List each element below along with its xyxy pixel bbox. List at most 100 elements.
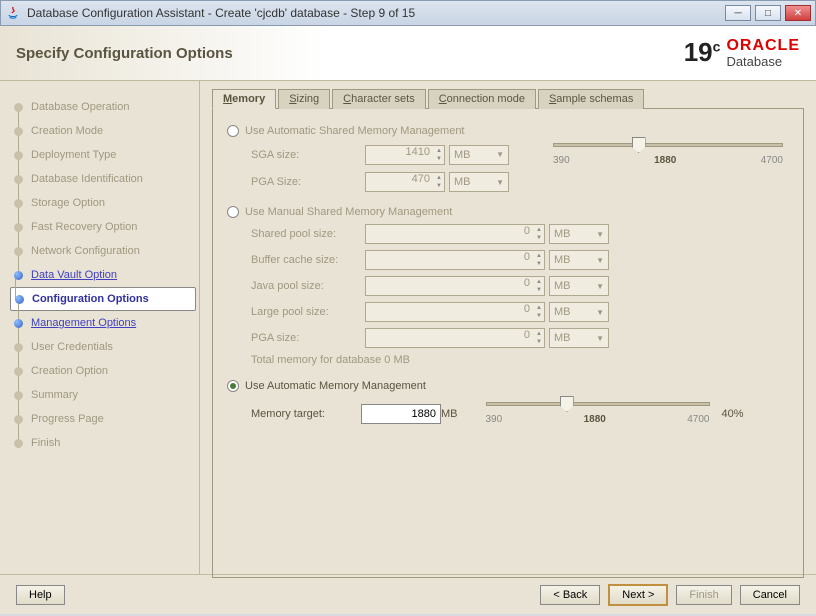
step-label: Storage Option (31, 197, 105, 209)
memory-target-input[interactable] (361, 404, 441, 424)
radio-icon (227, 125, 239, 137)
tab-sample-schemas[interactable]: Sample schemas (538, 89, 644, 109)
step-label: Network Configuration (31, 245, 140, 257)
step-dot-icon (15, 295, 24, 304)
step-dot-icon (14, 151, 23, 160)
mem-row-label: Large pool size: (251, 306, 361, 318)
step-dot-icon (14, 439, 23, 448)
step-dot-icon (14, 175, 23, 184)
back-button[interactable]: < Back (540, 585, 600, 605)
tab-memory[interactable]: Memory (212, 89, 276, 109)
step-label: Creation Option (31, 365, 108, 377)
mem-row-input[interactable]: 0 (365, 276, 545, 296)
mem-row-label: PGA size: (251, 332, 361, 344)
header: Specify Configuration Options 19c ORACLE… (0, 26, 816, 81)
mem-row-input[interactable]: 0 (365, 250, 545, 270)
sidebar-step[interactable]: Data Vault Option (14, 263, 199, 287)
sidebar-step: User Credentials (14, 335, 199, 359)
sga-unit-select[interactable]: MB (449, 145, 509, 165)
sidebar-step: Fast Recovery Option (14, 215, 199, 239)
mem-row-label: Shared pool size: (251, 228, 361, 240)
mem-row-input[interactable]: 0 (365, 224, 545, 244)
footer: Help < Back Next > Finish Cancel (0, 574, 816, 614)
sga-size-input[interactable]: 1410 (365, 145, 445, 165)
window-title: Database Configuration Assistant - Creat… (27, 6, 415, 20)
sidebar-step: Network Configuration (14, 239, 199, 263)
step-label: Configuration Options (32, 293, 149, 305)
sidebar-step: Storage Option (14, 191, 199, 215)
step-label: Fast Recovery Option (31, 221, 137, 233)
step-dot-icon (14, 223, 23, 232)
step-dot-icon (14, 343, 23, 352)
maximize-button[interactable]: □ (755, 5, 781, 21)
close-button[interactable]: ✕ (785, 5, 811, 21)
step-dot-icon (14, 319, 23, 328)
sidebar-step: Database Identification (14, 167, 199, 191)
minimize-button[interactable]: ─ (725, 5, 751, 21)
radio-icon (227, 206, 239, 218)
sidebar-step[interactable]: Configuration Options (10, 287, 196, 311)
titlebar: Database Configuration Assistant - Creat… (0, 0, 816, 26)
step-dot-icon (14, 199, 23, 208)
sidebar-step: Creation Mode (14, 119, 199, 143)
java-icon (5, 5, 21, 21)
cancel-button[interactable]: Cancel (740, 585, 800, 605)
page-title: Specify Configuration Options (16, 45, 233, 62)
step-label: Progress Page (31, 413, 104, 425)
step-dot-icon (14, 367, 23, 376)
sidebar-step: Creation Option (14, 359, 199, 383)
mem-row-unit[interactable]: MB (549, 250, 609, 270)
sidebar-step: Database Operation (14, 95, 199, 119)
memory-target-slider[interactable]: 39018804700 (486, 402, 710, 425)
tab-sizing[interactable]: Sizing (278, 89, 330, 109)
mem-row-label: Java pool size: (251, 280, 361, 292)
step-label: Deployment Type (31, 149, 116, 161)
step-dot-icon (14, 415, 23, 424)
mem-row-unit[interactable]: MB (549, 328, 609, 348)
sga-label: SGA size: (251, 149, 361, 161)
help-button[interactable]: Help (16, 585, 65, 605)
memory-target-label: Memory target: (251, 408, 361, 420)
next-button[interactable]: Next > (608, 584, 668, 606)
tab-connection-mode[interactable]: Connection mode (428, 89, 536, 109)
mem-row-unit[interactable]: MB (549, 302, 609, 322)
step-dot-icon (14, 103, 23, 112)
sidebar-step[interactable]: Management Options (14, 311, 199, 335)
step-dot-icon (14, 247, 23, 256)
radio-automatic-memory[interactable]: Use Automatic Memory Management (227, 380, 789, 392)
sidebar-step: Finish (14, 431, 199, 455)
radio-manual-shared[interactable]: Use Manual Shared Memory Management (227, 206, 789, 218)
step-label: Summary (31, 389, 78, 401)
mem-row-input[interactable]: 0 (365, 328, 545, 348)
step-label: Management Options (31, 317, 136, 329)
step-dot-icon (14, 271, 23, 280)
step-label: Database Identification (31, 173, 143, 185)
radio-icon (227, 380, 239, 392)
mem-row-label: Buffer cache size: (251, 254, 361, 266)
finish-button: Finish (676, 585, 731, 605)
pga-size-input[interactable]: 470 (365, 172, 445, 192)
sga-slider[interactable]: 39018804700 (553, 143, 783, 166)
sidebar-step: Progress Page (14, 407, 199, 431)
mem-row-unit[interactable]: MB (549, 224, 609, 244)
radio-automatic-shared[interactable]: Use Automatic Shared Memory Management (227, 125, 789, 137)
step-label: Finish (31, 437, 60, 449)
wizard-sidebar: Database Operation Creation Mode Deploymen… (0, 81, 200, 574)
step-dot-icon (14, 127, 23, 136)
sidebar-step: Deployment Type (14, 143, 199, 167)
step-label: Database Operation (31, 101, 129, 113)
memory-panel: Use Automatic Shared Memory Management S… (212, 108, 804, 578)
mem-row-unit[interactable]: MB (549, 276, 609, 296)
step-dot-icon (14, 391, 23, 400)
tabs: MemorySizingCharacter setsConnection mod… (212, 89, 804, 109)
total-memory-label: Total memory for database 0 MB (251, 354, 410, 366)
tab-character-sets[interactable]: Character sets (332, 89, 426, 109)
pga-label: PGA Size: (251, 176, 361, 188)
memory-percent: 40% (722, 408, 744, 420)
step-label: User Credentials (31, 341, 113, 353)
sidebar-step: Summary (14, 383, 199, 407)
mem-row-input[interactable]: 0 (365, 302, 545, 322)
brand-logo: 19c ORACLEDatabase (684, 37, 800, 69)
step-label: Creation Mode (31, 125, 103, 137)
pga-unit-select[interactable]: MB (449, 172, 509, 192)
